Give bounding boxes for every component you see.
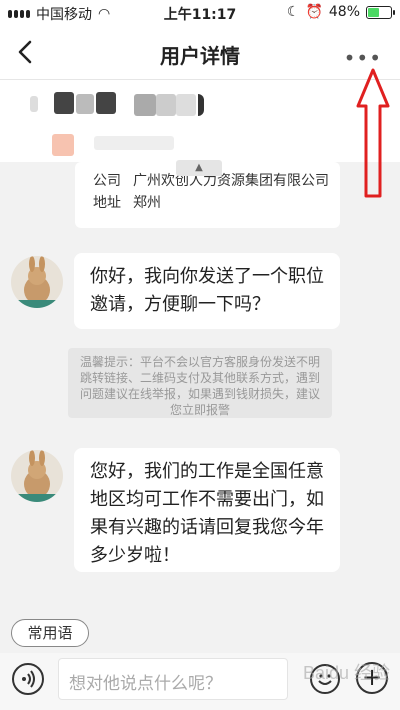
battery-fill xyxy=(368,7,379,17)
collapse-toggle[interactable]: ▲ xyxy=(176,160,222,176)
message-bubble: 您好，我们的工作是全国任意地区均可工作不需要出门，如果有兴趣的话请回复我您今年多… xyxy=(74,448,340,572)
status-bar: 中国移动 ◠ 上午11:17 ☾ ⏰ 48% xyxy=(0,0,400,26)
annotation-arrow-icon xyxy=(356,68,390,198)
chat-message: 您好，我们的工作是全国任意地区均可工作不需要出门，如果有兴趣的话请回复我您今年多… xyxy=(0,444,400,574)
blurred-subtitle xyxy=(94,136,174,150)
voice-icon[interactable] xyxy=(12,663,44,695)
company-label: 公司 xyxy=(93,173,121,189)
moon-icon: ☾ xyxy=(286,4,300,20)
address-value: 郑州 xyxy=(133,195,161,211)
sender-avatar[interactable] xyxy=(11,450,63,502)
message-input[interactable]: 想对他说点什么呢？ xyxy=(58,658,288,700)
nav-bar: 用户详情 ••• xyxy=(0,26,400,80)
safety-warning: 温馨提示：平台不会以官方客服身份发送不明跳转链接、二维码支付及其他联系方式，遇到… xyxy=(68,348,332,418)
watermark: Baidu 经验 xyxy=(302,663,390,683)
battery-percent: 48% xyxy=(328,4,360,20)
more-options-icon[interactable]: ••• xyxy=(344,46,382,70)
sender-avatar[interactable] xyxy=(11,256,63,308)
blurred-name xyxy=(30,96,38,112)
chat-message: 你好，我向你发送了一个职位邀请，方便聊一下吗？ xyxy=(0,250,400,330)
blurred-tag xyxy=(52,134,74,156)
address-label: 地址 xyxy=(93,195,121,211)
message-bubble: 你好，我向你发送了一个职位邀请，方便聊一下吗？ xyxy=(74,253,340,329)
quick-phrase-button[interactable]: 常用语 xyxy=(11,619,89,647)
battery-icon xyxy=(366,5,395,19)
alarm-icon: ⏰ xyxy=(305,4,323,20)
address-row: 地址 郑州 xyxy=(93,192,340,214)
user-profile-header[interactable] xyxy=(0,80,400,162)
company-value: 广州欢创人力资源集团有限公司 xyxy=(133,173,329,189)
page-title: 用户详情 xyxy=(160,44,240,68)
